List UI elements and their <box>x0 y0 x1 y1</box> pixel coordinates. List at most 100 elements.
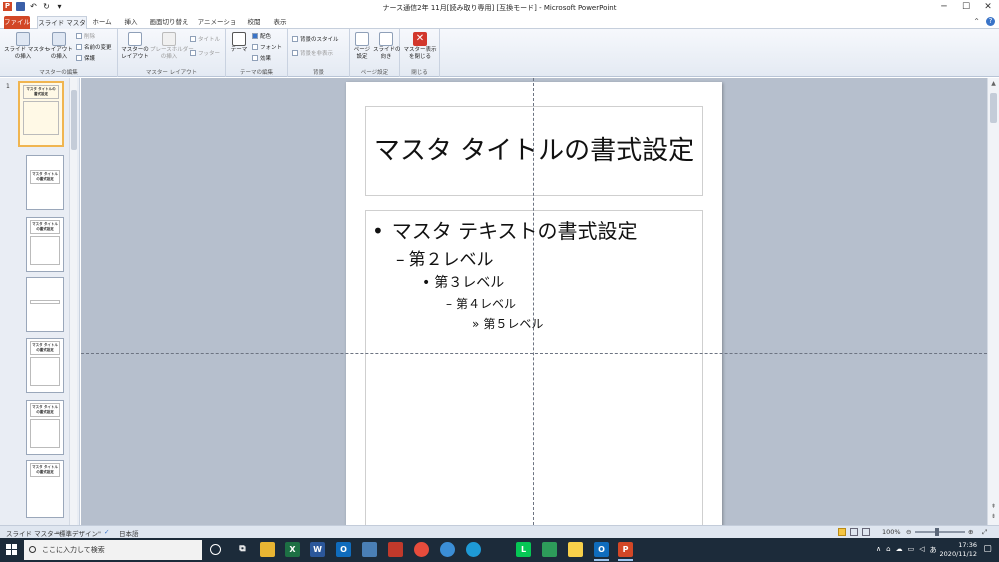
thumbnail-body <box>23 101 59 136</box>
text-level-1: • マスタ テキストの書式設定 <box>372 219 638 243</box>
vertical-scrollbar[interactable]: ▲ ⇞ ⇟ <box>987 78 999 525</box>
thumbnail-scrollbar[interactable] <box>69 78 77 525</box>
page-setup-button[interactable]: ページ 設定 <box>351 32 373 60</box>
tab-view[interactable]: 表示 <box>270 16 290 29</box>
thumbnail-layout-1[interactable]: マスタ タイトルの書式設定 <box>26 155 64 210</box>
app-icon[interactable] <box>542 542 557 557</box>
next-slide-icon[interactable]: ⇟ <box>988 513 999 520</box>
start-button[interactable] <box>6 544 17 555</box>
clock[interactable]: 17:36 2020/11/12 <box>940 541 977 559</box>
maximize-button[interactable]: ☐ <box>955 0 977 15</box>
group-label: テーマの編集 <box>239 70 273 76</box>
insert-layout-button[interactable]: レイアウト の挿入 <box>44 32 74 60</box>
background-styles-button[interactable]: 背景のスタイル <box>292 35 339 43</box>
help-icon[interactable]: ? <box>986 17 995 26</box>
placeholder-icon <box>162 32 176 46</box>
group-background: 背景のスタイル 背景を非表示 背景 <box>288 29 350 77</box>
store-icon[interactable] <box>362 542 377 557</box>
insert-slide-master-button[interactable]: スライド マスター の挿入 <box>4 32 50 60</box>
volume-icon[interactable]: ◁ <box>919 545 924 555</box>
word-icon[interactable]: W <box>310 542 325 557</box>
scroll-up-icon[interactable]: ▲ <box>988 80 999 87</box>
tab-insert[interactable]: 挿入 <box>120 16 142 29</box>
file-explorer-icon[interactable] <box>260 542 275 557</box>
slide-master-canvas[interactable]: マスタ タイトルの書式設定 • マスタ テキストの書式設定 – 第２レベル • 第３レ… <box>346 82 722 525</box>
tab-file[interactable]: ファイル <box>4 16 30 29</box>
thumbnail-layout-4[interactable]: マスタ タイトルの書式設定 <box>26 338 64 393</box>
thumbnail-master[interactable]: マスタ タイトルの書式設定 <box>18 81 64 147</box>
scroll-thumb[interactable] <box>990 93 997 123</box>
themes-button[interactable]: テーマ <box>229 32 249 54</box>
window-title: ナース通信2年 11月[読み取り専用] [互換モード] - Microsoft … <box>382 4 617 12</box>
thumbnail-layout-2[interactable]: マスタ タイトルの書式設定 <box>26 217 64 272</box>
rename-button[interactable]: 名前の変更 <box>76 43 112 51</box>
prev-slide-icon[interactable]: ⇞ <box>988 503 999 510</box>
colors-button[interactable]: 配色 <box>252 32 271 40</box>
excel-icon[interactable]: X <box>285 542 300 557</box>
slide-orientation-button[interactable]: スライドの 向き <box>373 32 401 60</box>
ribbon-tabs: ファイル スライド マスター ホーム 挿入 画面切り替え アニメーション 校閲 … <box>0 15 999 40</box>
minimize-button[interactable]: ─ <box>933 0 955 15</box>
body-placeholder[interactable]: • マスタ テキストの書式設定 – 第２レベル • 第３レベル – 第４レベル » 第５レ… <box>365 210 703 525</box>
spellcheck-icon[interactable]: ✓ <box>104 528 109 536</box>
task-view-icon[interactable]: ⧉ <box>235 542 250 557</box>
taskbar-search[interactable]: ここに入力して検索 <box>24 540 202 560</box>
footer-checkbox[interactable]: フッター <box>190 49 220 57</box>
horizontal-guide[interactable] <box>81 353 987 354</box>
effects-button[interactable]: 効果 <box>252 54 271 62</box>
language-indicator[interactable]: 日本語 <box>119 528 139 538</box>
checkbox-icon <box>190 50 196 56</box>
thumbnail-layout-5[interactable]: マスタ タイトルの書式設定 <box>26 400 64 455</box>
acrobat-icon[interactable] <box>388 542 403 557</box>
network-icon[interactable]: ⌂ <box>886 545 890 555</box>
tab-review[interactable]: 校閲 <box>244 16 264 29</box>
chrome-icon[interactable] <box>414 542 429 557</box>
hide-background-checkbox[interactable]: 背景を非表示 <box>292 49 333 57</box>
minimize-ribbon-icon[interactable]: ⌃ <box>973 17 980 26</box>
sorter-view-icon[interactable] <box>850 528 858 536</box>
zoom-slider[interactable] <box>915 528 965 536</box>
master-layout-button[interactable]: マスターの レイアウト <box>120 32 150 60</box>
powerpoint-icon[interactable]: P <box>618 542 633 561</box>
insert-placeholder-button[interactable]: プレースホルダー の挿入 <box>150 32 194 60</box>
tab-slide-master[interactable]: スライド マスター <box>37 16 87 40</box>
normal-view-icon[interactable] <box>838 528 846 536</box>
fit-to-window-icon[interactable]: ⤢ <box>982 528 987 537</box>
theme-indicator: "標準デザイン" <box>56 530 101 538</box>
close-button[interactable]: ✕ <box>977 0 999 15</box>
tab-home[interactable]: ホーム <box>91 16 113 29</box>
zoom-out-icon[interactable]: ⊖ <box>906 528 911 536</box>
thumbnail-layout-6[interactable]: マスタ タイトルの書式設定 <box>26 460 64 518</box>
fonts-button[interactable]: フォント <box>252 43 282 51</box>
scroll-thumb[interactable] <box>71 90 77 150</box>
tab-animations[interactable]: アニメーション <box>196 16 238 39</box>
chevron-up-icon[interactable]: ∧ <box>876 545 881 555</box>
battery-icon[interactable]: ▭ <box>908 545 915 555</box>
zoom-level[interactable]: 100% <box>882 528 901 536</box>
zoom-in-icon[interactable]: ⊕ <box>968 528 973 536</box>
close-master-view-button[interactable]: ✕ マスター表示 を閉じる <box>401 32 439 60</box>
zoom-slider-thumb[interactable] <box>935 528 939 536</box>
title-checkbox[interactable]: タイトル <box>190 35 220 43</box>
tab-transitions[interactable]: 画面切り替え <box>148 16 190 29</box>
edge-legacy-icon[interactable] <box>440 542 455 557</box>
thumbnail-layout-3[interactable] <box>26 277 64 332</box>
line-icon[interactable]: L <box>516 542 531 557</box>
delete-button[interactable]: 削除 <box>76 32 95 40</box>
slideshow-view-icon[interactable] <box>862 528 870 536</box>
ime-indicator[interactable]: あ <box>930 545 937 555</box>
effects-icon <box>252 55 258 61</box>
preserve-button[interactable]: 保護 <box>76 54 95 62</box>
outlook-icon[interactable]: O <box>336 542 351 557</box>
cloud-icon[interactable]: ☁ <box>896 545 903 555</box>
master-layout-icon <box>128 32 142 46</box>
vertical-guide[interactable] <box>533 78 534 525</box>
group-label: 閉じる <box>411 70 428 76</box>
close-master-icon: ✕ <box>413 32 427 46</box>
outlook-window-icon[interactable]: O <box>594 542 609 561</box>
notification-icon[interactable]: ▢ <box>980 542 995 557</box>
edge-icon[interactable] <box>466 542 481 557</box>
title-placeholder[interactable]: マスタ タイトルの書式設定 <box>365 106 703 196</box>
cortana-icon[interactable] <box>210 544 221 555</box>
sticky-notes-icon[interactable] <box>568 542 583 557</box>
